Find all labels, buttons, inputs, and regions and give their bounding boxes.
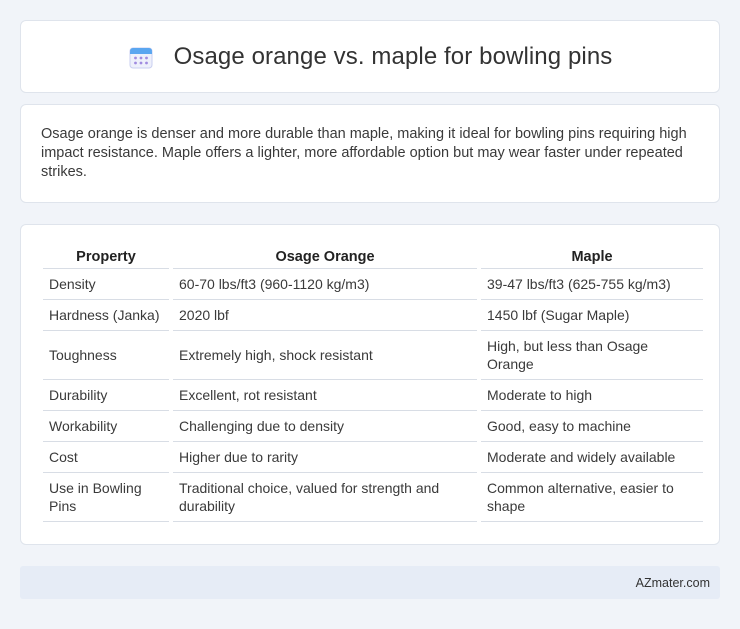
header-card: Osage orange vs. maple for bowling pins bbox=[20, 20, 720, 93]
footer-brand-link[interactable]: AZmater.com bbox=[636, 576, 710, 590]
table-cell: Common alternative, easier to shape bbox=[481, 473, 703, 522]
table-cell: Workability bbox=[43, 411, 169, 442]
table-cell: 60-70 lbs/ft3 (960-1120 kg/m3) bbox=[173, 269, 477, 300]
table-cell: High, but less than Osage Orange bbox=[481, 331, 703, 380]
table-row: Hardness (Janka) 2020 lbf 1450 lbf (Suga… bbox=[43, 300, 703, 331]
table-row: Use in Bowling Pins Traditional choice, … bbox=[43, 473, 703, 522]
table-cell: Use in Bowling Pins bbox=[43, 473, 169, 522]
table-cell: Density bbox=[43, 269, 169, 300]
comparison-table: Property Osage Orange Maple Density 60-7… bbox=[39, 245, 707, 522]
summary-text: Osage orange is denser and more durable … bbox=[41, 126, 687, 180]
table-cell: Moderate and widely available bbox=[481, 442, 703, 473]
table-cell: 1450 lbf (Sugar Maple) bbox=[481, 300, 703, 331]
table-row: Cost Higher due to rarity Moderate and w… bbox=[43, 442, 703, 473]
table-cell: Challenging due to density bbox=[173, 411, 477, 442]
table-row: Toughness Extremely high, shock resistan… bbox=[43, 331, 703, 380]
column-header-maple: Maple bbox=[481, 245, 703, 269]
table-row: Workability Challenging due to density G… bbox=[43, 411, 703, 442]
calendar-icon bbox=[129, 47, 153, 68]
table-cell: Hardness (Janka) bbox=[43, 300, 169, 331]
table-header-row: Property Osage Orange Maple bbox=[43, 245, 703, 269]
table-cell: Good, easy to machine bbox=[481, 411, 703, 442]
table-cell: 39-47 lbs/ft3 (625-755 kg/m3) bbox=[481, 269, 703, 300]
table-cell: Moderate to high bbox=[481, 380, 703, 411]
summary-card: Osage orange is denser and more durable … bbox=[20, 104, 720, 203]
table-cell: Excellent, rot resistant bbox=[173, 380, 477, 411]
page-title: Osage orange vs. maple for bowling pins bbox=[173, 42, 613, 70]
table-cell: Traditional choice, valued for strength … bbox=[173, 473, 477, 522]
table-cell: Higher due to rarity bbox=[173, 442, 477, 473]
table-cell: 2020 lbf bbox=[173, 300, 477, 331]
table-cell: Durability bbox=[43, 380, 169, 411]
comparison-table-card: Property Osage Orange Maple Density 60-7… bbox=[20, 224, 720, 545]
footer: AZmater.com bbox=[20, 566, 720, 599]
table-row: Durability Excellent, rot resistant Mode… bbox=[43, 380, 703, 411]
table-cell: Extremely high, shock resistant bbox=[173, 331, 477, 380]
table-cell: Toughness bbox=[43, 331, 169, 380]
table-cell: Cost bbox=[43, 442, 169, 473]
table-row: Density 60-70 lbs/ft3 (960-1120 kg/m3) 3… bbox=[43, 269, 703, 300]
column-header-osage-orange: Osage Orange bbox=[173, 245, 477, 269]
column-header-property: Property bbox=[43, 245, 169, 269]
